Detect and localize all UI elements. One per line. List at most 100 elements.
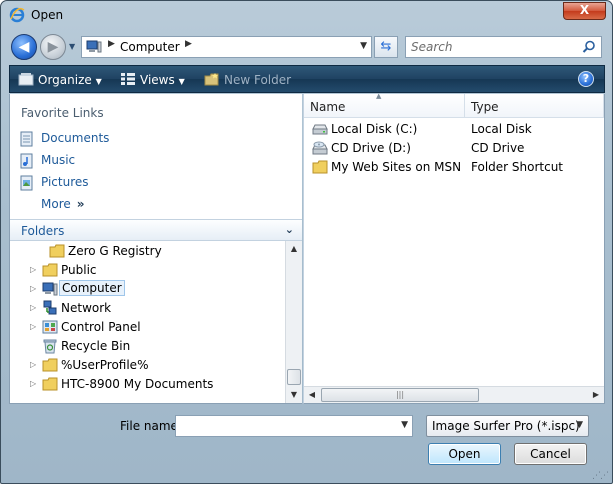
scroll-thumb[interactable]	[287, 369, 301, 385]
file-row-cd-drive[interactable]: CD Drive (D:) CD Drive	[304, 139, 604, 158]
organize-label: Organize	[38, 73, 92, 87]
scroll-left-icon[interactable]: ◀	[304, 387, 320, 403]
file-name-dropdown-icon[interactable]: ▼	[401, 420, 408, 430]
more-label: More	[41, 197, 71, 211]
scroll-right-icon[interactable]: ▶	[588, 387, 604, 403]
dialog-footer: File name: ▼ Image Surfer Pro (*.ispc) ▼…	[1, 405, 612, 483]
column-header-type[interactable]: Type	[465, 94, 604, 118]
expand-arrow-icon[interactable]: ▷	[30, 379, 36, 388]
favorite-link-pictures[interactable]: Pictures	[19, 174, 219, 192]
computer-icon	[86, 40, 102, 53]
views-label: Views	[140, 73, 175, 87]
open-button[interactable]: Open	[428, 443, 501, 465]
new-folder-label: New Folder	[224, 73, 292, 87]
file-type: Folder Shortcut	[471, 160, 564, 174]
folders-toggle[interactable]: Folders ⌄	[10, 219, 302, 241]
column-header-label: Type	[471, 100, 499, 114]
network-icon	[43, 300, 57, 315]
search-input[interactable]: Search	[411, 40, 453, 54]
pictures-icon	[20, 175, 33, 191]
address-dropdown-icon[interactable]: ▼	[360, 41, 367, 51]
file-name: My Web Sites on MSN	[331, 160, 462, 174]
scroll-down-icon[interactable]: ▼	[286, 387, 302, 403]
file-list-horizontal-scrollbar[interactable]: ◀ ||| ▶	[304, 386, 604, 403]
file-name-label: File name:	[120, 419, 182, 433]
arrow-left-icon: ◀	[18, 39, 30, 55]
tree-item-userprofile[interactable]: ▷ %UserProfile%	[30, 356, 270, 375]
expand-arrow-icon[interactable]: ▷	[30, 265, 36, 274]
search-box[interactable]: Search	[405, 36, 602, 58]
navigation-pane: Favorite Links Documents Music Pictures	[9, 94, 302, 404]
arrow-right-icon: ▶	[47, 39, 59, 55]
cd-drive-icon	[312, 141, 328, 155]
new-folder-icon	[204, 73, 219, 86]
new-folder-button[interactable]: New Folder	[204, 72, 291, 87]
search-icon[interactable]	[582, 40, 596, 54]
expand-arrow-icon[interactable]: ▷	[30, 360, 36, 369]
favorite-link-label: Documents	[41, 131, 110, 145]
computer-icon	[42, 282, 58, 296]
chevron-down-icon: ▼	[178, 77, 185, 86]
tree-item-htc-8900-my-documents[interactable]: ▷ HTC-8900 My Documents	[30, 375, 280, 394]
control-panel-icon	[42, 320, 58, 334]
expand-arrow-icon[interactable]: ▷	[30, 322, 36, 331]
tree-item-recycle-bin[interactable]: Recycle Bin	[30, 337, 270, 356]
folder-icon	[42, 358, 58, 372]
organize-icon	[18, 73, 34, 86]
file-row-my-web-sites-on-msn[interactable]: My Web Sites on MSN Folder Shortcut	[304, 158, 604, 177]
breadcrumb-separator-icon[interactable]: ▶	[108, 39, 115, 49]
file-name-field[interactable]: ▼	[175, 415, 413, 437]
breadcrumb-separator-icon[interactable]: ▶	[185, 39, 192, 49]
tree-item-network[interactable]: ▷ Network	[30, 299, 270, 318]
favorite-link-more[interactable]: More »	[19, 196, 219, 214]
sort-ascending-icon: ▲	[376, 92, 382, 100]
back-button[interactable]: ◀	[11, 34, 37, 60]
tree-item-zero-g-registry[interactable]: Zero G Registry	[37, 242, 277, 261]
expand-arrow-icon[interactable]: ▷	[30, 284, 36, 293]
organize-button[interactable]: Organize ▼	[18, 72, 102, 87]
close-button[interactable]: X	[563, 2, 606, 20]
title-bar[interactable]: Open X	[1, 1, 612, 29]
recent-pages-dropdown-icon[interactable]: ▼	[69, 42, 79, 52]
file-name: Local Disk (C:)	[331, 122, 418, 136]
refresh-button[interactable]: ⇆	[374, 36, 398, 58]
favorite-link-label: Pictures	[41, 175, 89, 189]
resize-grip-icon[interactable]: ⋰⋰	[592, 471, 609, 481]
tree-item-computer[interactable]: ▷ Computer	[30, 280, 270, 299]
chevron-down-icon: ▼	[576, 420, 583, 430]
address-bar[interactable]: ▶ Computer ▶ ▼	[81, 36, 372, 58]
scroll-thumb[interactable]: |||	[321, 388, 479, 402]
favorite-link-music[interactable]: Music	[19, 152, 219, 170]
favorite-link-documents[interactable]: Documents	[19, 130, 219, 148]
folder-icon	[42, 263, 58, 277]
forward-button[interactable]: ▶	[40, 34, 66, 60]
folders-label: Folders	[21, 224, 65, 238]
cancel-button[interactable]: Cancel	[514, 443, 587, 465]
scroll-up-icon[interactable]: ▲	[286, 241, 302, 257]
expand-arrow-icon[interactable]: ▷	[30, 303, 36, 312]
tree-item-public[interactable]: ▷ Public	[30, 261, 270, 280]
file-type-select[interactable]: Image Surfer Pro (*.ispc) ▼	[426, 415, 589, 437]
ie-logo-icon	[9, 7, 25, 23]
documents-icon	[20, 131, 33, 147]
tree-item-label: Control Panel	[61, 320, 141, 334]
help-button[interactable]: ?	[578, 71, 594, 87]
breadcrumb-computer[interactable]: Computer	[120, 40, 180, 54]
double-chevron-icon: »	[76, 197, 85, 211]
tree-item-label: %UserProfile%	[61, 358, 149, 372]
column-header-label: Name	[310, 100, 346, 114]
file-row-local-disk[interactable]: Local Disk (C:) Local Disk	[304, 120, 604, 139]
folder-shortcut-icon	[312, 160, 328, 174]
views-icon	[121, 73, 135, 85]
column-header-name[interactable]: ▲ Name	[304, 92, 465, 118]
views-button[interactable]: Views ▼	[120, 72, 185, 87]
file-type-selected: Image Surfer Pro (*.ispc)	[432, 419, 580, 433]
file-name: CD Drive (D:)	[331, 141, 411, 155]
folders-vertical-scrollbar[interactable]: ▲ ▼	[285, 241, 302, 403]
tree-item-label: Recycle Bin	[61, 339, 131, 353]
tree-item-label: Network	[61, 301, 112, 315]
favorite-links-header: Favorite Links	[21, 106, 104, 120]
tree-item-control-panel[interactable]: ▷ Control Panel	[30, 318, 270, 337]
recycle-bin-icon	[43, 339, 57, 354]
command-toolbar: Organize ▼ Views ▼ New Folder ?	[9, 65, 605, 93]
